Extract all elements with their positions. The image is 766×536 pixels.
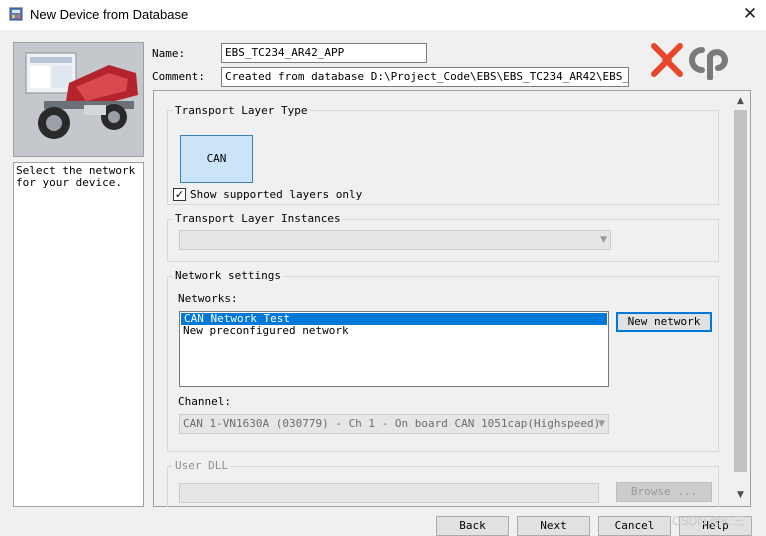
transport-instances-title: Transport Layer Instances <box>173 212 343 225</box>
comment-label: Comment: <box>152 70 205 83</box>
xcp-logo <box>651 43 728 80</box>
networks-list[interactable]: CAN Network Test New preconfigured netwo… <box>179 311 609 387</box>
next-button[interactable]: Next <box>517 516 590 536</box>
user-dll-title: User DLL <box>173 459 230 472</box>
watermark: CSDN @K.三 <box>672 514 745 528</box>
chevron-down-icon: ▼ <box>598 419 605 429</box>
channel-label: Channel: <box>178 395 231 408</box>
channel-value: CAN 1-VN1630A (030779) - Ch 1 - On board… <box>183 417 601 430</box>
list-item[interactable]: New preconfigured network <box>180 325 608 337</box>
device-database-icon <box>9 7 23 21</box>
scroll-down-icon[interactable]: ▼ <box>732 487 749 504</box>
comment-field[interactable]: Created from database D:\Project_Code\EB… <box>221 67 629 87</box>
scroll-up-icon[interactable]: ▲ <box>732 93 749 110</box>
show-supported-checkbox[interactable]: ✓ <box>173 188 186 201</box>
car-chassis-illustration <box>14 43 143 156</box>
transport-type-title: Transport Layer Type <box>173 104 310 117</box>
scrollbar-thumb[interactable] <box>734 110 747 472</box>
networks-label: Networks: <box>178 292 238 305</box>
browse-button: Browse ... <box>616 482 712 502</box>
close-icon[interactable]: ✕ <box>738 2 762 26</box>
name-field[interactable]: EBS_TC234_AR42_APP <box>221 43 427 63</box>
show-supported-label: Show supported layers only <box>190 188 363 201</box>
transport-instance-select: ▼ <box>179 230 611 250</box>
name-label: Name: <box>152 47 186 60</box>
back-button[interactable]: Back <box>436 516 509 536</box>
step-hint: Select the network for your device. <box>13 162 144 507</box>
channel-select: CAN 1-VN1630A (030779) - Ch 1 - On board… <box>179 414 609 434</box>
network-settings-title: Network settings <box>173 269 283 282</box>
window-title: New Device from Database <box>30 7 189 22</box>
device-illustration <box>13 42 144 157</box>
can-transport-tile[interactable]: CAN <box>180 135 253 183</box>
cancel-button[interactable]: Cancel <box>598 516 671 536</box>
chevron-down-icon: ▼ <box>600 235 607 245</box>
new-network-button[interactable]: New network <box>616 312 712 332</box>
user-dll-path-field <box>179 483 599 503</box>
